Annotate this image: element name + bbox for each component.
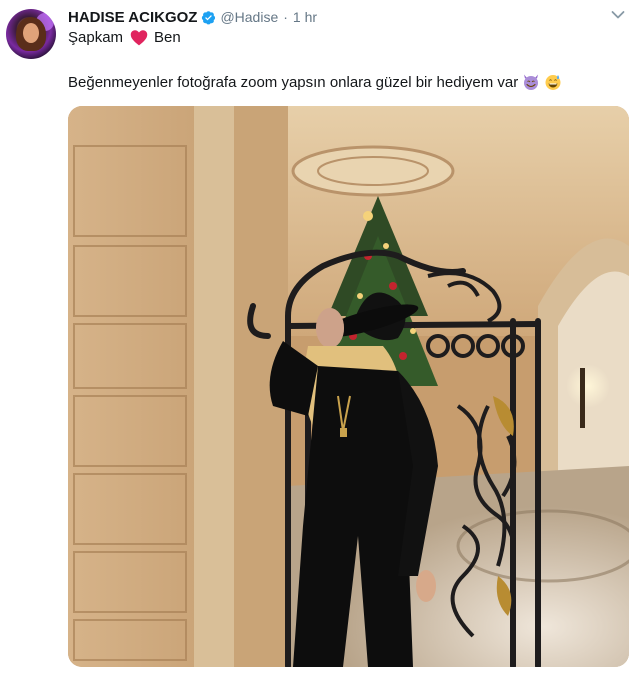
separator-dot: · <box>283 9 288 25</box>
chevron-down-icon[interactable] <box>611 10 625 20</box>
smiling-devil-emoji-icon <box>524 74 539 90</box>
tweet-body-text: Beğenmeyenler fotoğrafa zoom yapsın onla… <box>68 73 519 91</box>
tweet-text-line2: Beğenmeyenler fotoğrafa zoom yapsın onla… <box>68 73 562 91</box>
tweet-text-left: Şapkam <box>68 29 124 46</box>
tweet-text-line1: Şapkam Ben <box>68 29 181 46</box>
author-name[interactable]: HADISE ACIKGOZ <box>68 9 197 26</box>
tweet-text-right: Ben <box>154 29 181 46</box>
verified-badge-icon <box>202 10 216 24</box>
tweet-timestamp[interactable]: 1 hr <box>293 9 317 25</box>
tweet-card[interactable]: HADISE ACIKGOZ @Hadise · 1 hr Şapkam Ben… <box>0 0 640 673</box>
grinning-sweat-emoji-icon <box>545 75 561 90</box>
author-handle[interactable]: @Hadise <box>220 9 278 25</box>
red-heart-icon <box>130 30 148 46</box>
photo-image <box>68 106 629 667</box>
avatar[interactable] <box>6 9 56 59</box>
tweet-header: HADISE ACIKGOZ @Hadise · 1 hr <box>68 8 317 26</box>
tweet-photo[interactable] <box>68 106 629 667</box>
